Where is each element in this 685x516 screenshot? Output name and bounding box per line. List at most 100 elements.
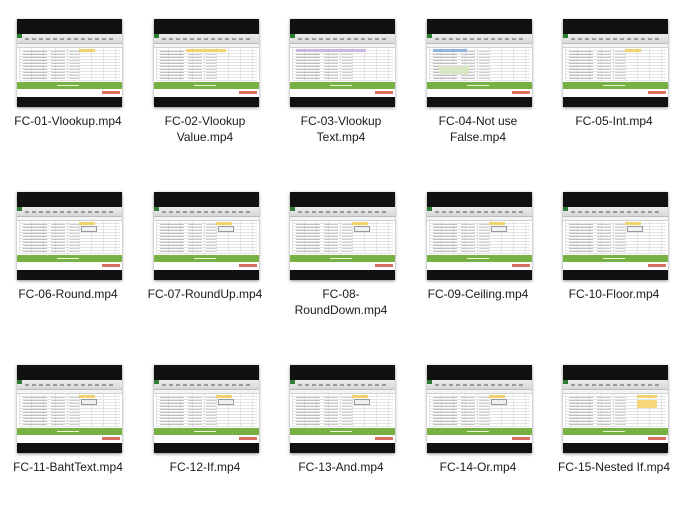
spreadsheet-preview — [154, 34, 259, 97]
video-thumbnail[interactable] — [154, 192, 259, 280]
video-thumbnail[interactable] — [427, 19, 532, 107]
file-item[interactable]: FC-03-Vlookup Text.mp4 — [273, 0, 409, 170]
file-item[interactable]: FC-10-Floor.mp4 — [546, 173, 682, 343]
video-thumbnail[interactable] — [17, 19, 122, 107]
file-name[interactable]: FC-12-If.mp4 — [133, 459, 277, 475]
file-item[interactable]: FC-11-BahtText.mp4 — [0, 346, 136, 516]
sheet-cells — [565, 394, 666, 427]
spreadsheet-preview — [427, 207, 532, 270]
spreadsheet-preview — [563, 380, 668, 443]
video-thumbnail[interactable] — [17, 365, 122, 453]
spreadsheet-preview — [17, 207, 122, 270]
footer-bar — [563, 428, 668, 435]
sheet-cells — [19, 48, 120, 81]
sheet-cells — [429, 48, 530, 81]
spreadsheet-preview — [290, 380, 395, 443]
file-item[interactable]: FC-05-Int.mp4 — [546, 0, 682, 170]
file-name[interactable]: FC-11-BahtText.mp4 — [0, 459, 140, 475]
spreadsheet-preview — [290, 207, 395, 270]
sheet-cells — [19, 394, 120, 427]
excel-ribbon — [154, 380, 259, 390]
sheet-cells — [429, 221, 530, 254]
file-item[interactable]: FC-12-If.mp4 — [137, 346, 273, 516]
video-thumbnail[interactable] — [563, 365, 668, 453]
file-name[interactable]: FC-02-Vlookup Value.mp4 — [133, 113, 277, 145]
excel-ribbon — [563, 380, 668, 390]
spreadsheet-preview — [427, 34, 532, 97]
file-name[interactable]: FC-05-Int.mp4 — [542, 113, 685, 129]
file-name[interactable]: FC-07-RoundUp.mp4 — [133, 286, 277, 302]
file-name[interactable]: FC-14-Or.mp4 — [406, 459, 550, 475]
video-thumbnail[interactable] — [290, 19, 395, 107]
brand-logo — [648, 264, 666, 267]
footer-bar — [563, 82, 668, 89]
file-name[interactable]: FC-15-Nested If.mp4 — [542, 459, 685, 475]
excel-ribbon — [427, 34, 532, 44]
file-name[interactable]: FC-13-And.mp4 — [269, 459, 413, 475]
spreadsheet-preview — [563, 34, 668, 97]
excel-ribbon — [17, 34, 122, 44]
file-name[interactable]: FC-09-Ceiling.mp4 — [406, 286, 550, 302]
brand-logo — [239, 91, 257, 94]
video-thumbnail[interactable] — [427, 365, 532, 453]
footer-bar — [154, 428, 259, 435]
file-item[interactable]: FC-13-And.mp4 — [273, 346, 409, 516]
sheet-cells — [156, 48, 257, 81]
excel-ribbon — [154, 207, 259, 217]
footer-bar — [17, 255, 122, 262]
video-thumbnail[interactable] — [563, 19, 668, 107]
footer-bar — [290, 428, 395, 435]
file-item[interactable]: FC-04-Not use False.mp4 — [410, 0, 546, 170]
brand-logo — [102, 437, 120, 440]
video-thumbnail[interactable] — [154, 365, 259, 453]
excel-ribbon — [427, 380, 532, 390]
excel-ribbon — [563, 207, 668, 217]
file-item[interactable]: FC-14-Or.mp4 — [410, 346, 546, 516]
file-item[interactable]: FC-02-Vlookup Value.mp4 — [137, 0, 273, 170]
brand-logo — [512, 437, 530, 440]
sheet-cells — [292, 221, 393, 254]
excel-ribbon — [290, 207, 395, 217]
file-name[interactable]: FC-10-Floor.mp4 — [542, 286, 685, 302]
video-thumbnail[interactable] — [290, 365, 395, 453]
footer-bar — [427, 82, 532, 89]
file-name[interactable]: FC-08- RoundDown.mp4 — [269, 286, 413, 318]
footer-bar — [290, 82, 395, 89]
spreadsheet-preview — [427, 380, 532, 443]
excel-ribbon — [563, 34, 668, 44]
sheet-cells — [292, 48, 393, 81]
excel-ribbon — [154, 34, 259, 44]
file-item[interactable]: FC-09-Ceiling.mp4 — [410, 173, 546, 343]
file-item[interactable]: FC-15-Nested If.mp4 — [546, 346, 682, 516]
brand-logo — [239, 264, 257, 267]
sheet-cells — [565, 221, 666, 254]
spreadsheet-preview — [17, 380, 122, 443]
video-thumbnail[interactable] — [154, 19, 259, 107]
brand-logo — [512, 91, 530, 94]
brand-logo — [102, 264, 120, 267]
footer-bar — [290, 255, 395, 262]
file-item[interactable]: FC-01-Vlookup.mp4 — [0, 0, 136, 170]
footer-bar — [17, 428, 122, 435]
video-thumbnail[interactable] — [563, 192, 668, 280]
footer-bar — [427, 428, 532, 435]
spreadsheet-preview — [563, 207, 668, 270]
file-item[interactable]: FC-08- RoundDown.mp4 — [273, 173, 409, 343]
spreadsheet-preview — [154, 207, 259, 270]
video-thumbnail[interactable] — [17, 192, 122, 280]
excel-ribbon — [427, 207, 532, 217]
video-thumbnail[interactable] — [427, 192, 532, 280]
file-name[interactable]: FC-01-Vlookup.mp4 — [0, 113, 140, 129]
file-item[interactable]: FC-06-Round.mp4 — [0, 173, 136, 343]
spreadsheet-preview — [290, 34, 395, 97]
footer-bar — [563, 255, 668, 262]
brand-logo — [239, 437, 257, 440]
file-name[interactable]: FC-03-Vlookup Text.mp4 — [269, 113, 413, 145]
brand-logo — [512, 264, 530, 267]
file-name[interactable]: FC-06-Round.mp4 — [0, 286, 140, 302]
video-thumbnail[interactable] — [290, 192, 395, 280]
spreadsheet-preview — [17, 34, 122, 97]
file-item[interactable]: FC-07-RoundUp.mp4 — [137, 173, 273, 343]
file-name[interactable]: FC-04-Not use False.mp4 — [406, 113, 550, 145]
footer-bar — [427, 255, 532, 262]
